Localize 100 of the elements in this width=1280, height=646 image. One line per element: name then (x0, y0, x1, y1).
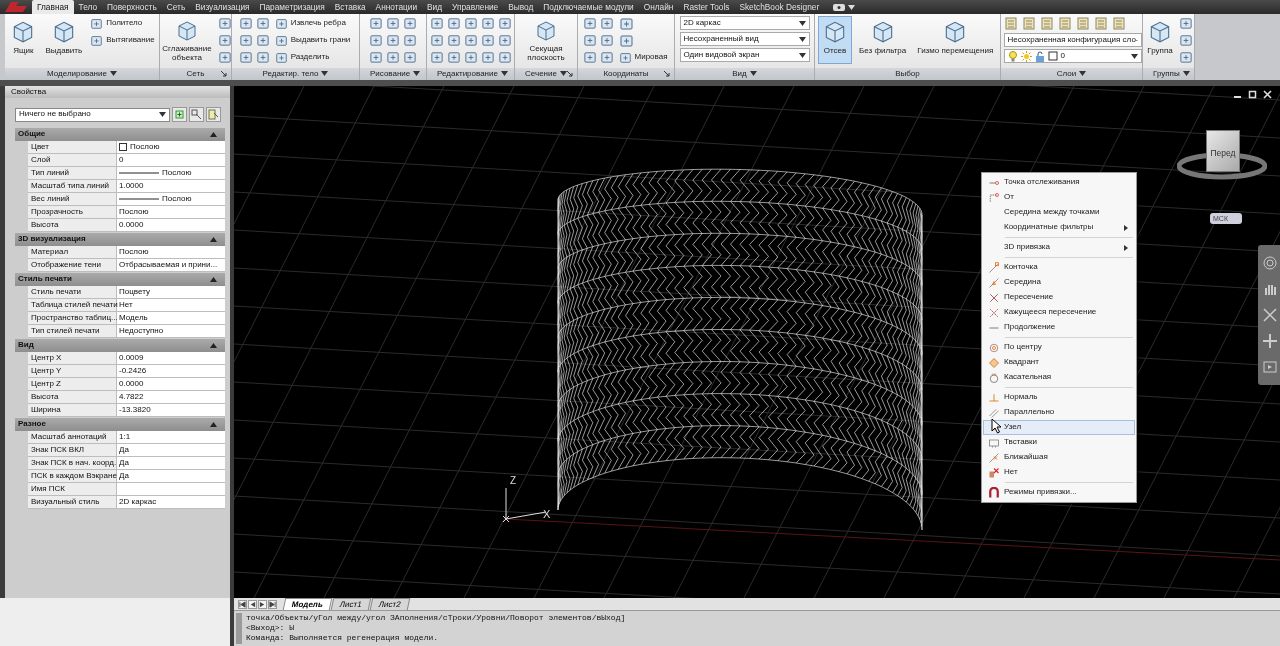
box-icon[interactable] (386, 33, 400, 47)
layer-icon[interactable] (1075, 16, 1091, 31)
layer-icon[interactable] (1039, 16, 1055, 31)
ribbon-button[interactable]: Без фильтра (855, 16, 911, 64)
menu-item[interactable]: По центру (983, 340, 1135, 355)
layer-icon[interactable] (1021, 16, 1037, 31)
box-icon[interactable] (403, 50, 417, 64)
box-icon[interactable] (599, 50, 614, 64)
layer-icon[interactable] (1093, 16, 1109, 31)
menu-item[interactable]: Середина (983, 275, 1135, 290)
bulb-icon[interactable] (1007, 50, 1018, 62)
ribbon-tab[interactable]: Вставка (329, 0, 371, 14)
selection-dropdown[interactable]: Ничего не выбрано (15, 107, 170, 122)
menu-item[interactable]: Пересечение (983, 290, 1135, 305)
box-icon[interactable] (446, 16, 461, 30)
property-value[interactable]: Поцвету (119, 287, 150, 297)
menu-item[interactable]: Середина между точками (983, 205, 1135, 220)
ribbon-button[interactable]: Политело (88, 16, 157, 31)
box-icon[interactable] (497, 33, 512, 47)
property-value[interactable]: -13.3820 (119, 405, 151, 415)
prev-icon[interactable] (248, 599, 257, 609)
dropdown[interactable]: Несохраненная конфигурация сло (1003, 33, 1142, 47)
box-icon[interactable] (463, 50, 478, 64)
property-value[interactable]: Да (119, 471, 129, 481)
dialog-launcher-icon[interactable] (567, 71, 573, 77)
layer-dropdown[interactable]: 0 (1003, 49, 1142, 63)
section-header[interactable]: Вид (15, 339, 225, 352)
property-value[interactable]: 1.0000 (119, 181, 144, 191)
box-icon[interactable] (429, 50, 444, 64)
layer-icon[interactable] (1057, 16, 1073, 31)
color-swatch-icon[interactable] (1047, 51, 1058, 61)
box-icon[interactable] (403, 33, 417, 47)
ribbon-tab[interactable]: Сеть (161, 0, 191, 14)
section-header[interactable]: Стиль печати (15, 273, 225, 286)
ribbon-tab[interactable]: Поверхность (102, 0, 162, 14)
box-icon[interactable] (618, 16, 634, 31)
box-icon[interactable] (403, 16, 417, 30)
property-value[interactable]: Недоступно (119, 326, 164, 336)
box-icon[interactable] (386, 50, 400, 64)
box-icon[interactable] (463, 33, 478, 47)
ribbon-tab[interactable]: Визуализация (190, 0, 255, 14)
menu-item[interactable]: От (983, 190, 1135, 205)
box-icon[interactable] (1179, 16, 1193, 30)
property-value[interactable]: Послою (162, 168, 192, 178)
ribbon-tab[interactable]: Тело (73, 0, 103, 14)
ribbon-button[interactable]: Гизмо перемещения (913, 16, 998, 64)
property-value[interactable]: -0.2426 (119, 366, 147, 376)
property-value[interactable]: 2D каркас (119, 497, 157, 507)
dropdown[interactable]: Несохраненный вид (679, 32, 810, 46)
box-icon[interactable] (217, 16, 231, 30)
property-value[interactable]: Послою (162, 194, 192, 204)
box-icon[interactable] (582, 50, 597, 64)
ribbon-tab[interactable]: Подключаемые модули (538, 0, 639, 14)
ribbon-tab[interactable]: Главная (32, 0, 74, 14)
restore-icon[interactable] (1248, 90, 1257, 99)
dialog-launcher-icon[interactable] (664, 71, 670, 77)
next-icon[interactable] (258, 599, 267, 609)
sun-icon[interactable] (1020, 50, 1032, 62)
layer-icon[interactable] (1003, 16, 1019, 31)
menu-item[interactable]: Нормаль (983, 390, 1135, 405)
ribbon-tab[interactable]: Параметризация (254, 0, 330, 14)
ribbon-tab[interactable]: Аннотации (370, 0, 423, 14)
menu-item[interactable]: Ближайшая (983, 450, 1135, 465)
menu-item[interactable]: Квадрант (983, 355, 1135, 370)
showmotion-icon[interactable] (1262, 359, 1278, 375)
property-value[interactable]: 0 (119, 155, 124, 165)
layout-tab[interactable]: Модель (282, 598, 333, 610)
box-icon[interactable] (599, 33, 614, 47)
box-icon[interactable] (238, 33, 253, 47)
property-value[interactable]: Да (119, 458, 129, 468)
box-icon[interactable] (238, 50, 253, 64)
ribbon-tab[interactable]: Вывод (503, 0, 539, 14)
ribbon-button[interactable]: Ящик (7, 16, 40, 64)
ribbon-button[interactable]: Выдавить (42, 16, 86, 64)
ribbon-button[interactable]: Отсев (818, 16, 852, 64)
property-value[interactable]: Да (119, 445, 129, 455)
section-header[interactable]: Общие (15, 128, 225, 141)
box-icon[interactable] (497, 16, 512, 30)
box-icon[interactable] (1179, 50, 1193, 64)
menu-item[interactable]: Нет (983, 465, 1135, 480)
box-icon[interactable] (217, 33, 231, 47)
wheel-icon[interactable] (1262, 255, 1278, 271)
box-icon[interactable] (369, 33, 383, 47)
menu-item[interactable]: Продолжение (983, 320, 1135, 335)
property-value[interactable]: Модель (119, 313, 148, 323)
box-icon[interactable] (582, 16, 597, 30)
box-icon[interactable] (618, 33, 634, 48)
box-icon[interactable] (255, 16, 270, 30)
ribbon-tab[interactable]: Raster Tools (678, 0, 735, 14)
box-icon[interactable] (386, 16, 400, 30)
ribbon-tab[interactable]: Вид (422, 0, 448, 14)
property-value[interactable]: Отбрасываемая и прини... (119, 260, 218, 270)
box-icon[interactable] (429, 33, 444, 47)
dialog-launcher-icon[interactable] (221, 71, 227, 77)
menu-item[interactable]: Режимы привязки... (983, 485, 1135, 500)
menu-item[interactable]: Точка отслеживания (983, 175, 1135, 190)
box-icon[interactable] (255, 50, 270, 64)
property-value[interactable]: 0.0009 (119, 353, 144, 363)
menu-item[interactable]: Касательная (983, 370, 1135, 385)
ribbon-button[interactable]: Извлечь ребра (272, 16, 353, 31)
